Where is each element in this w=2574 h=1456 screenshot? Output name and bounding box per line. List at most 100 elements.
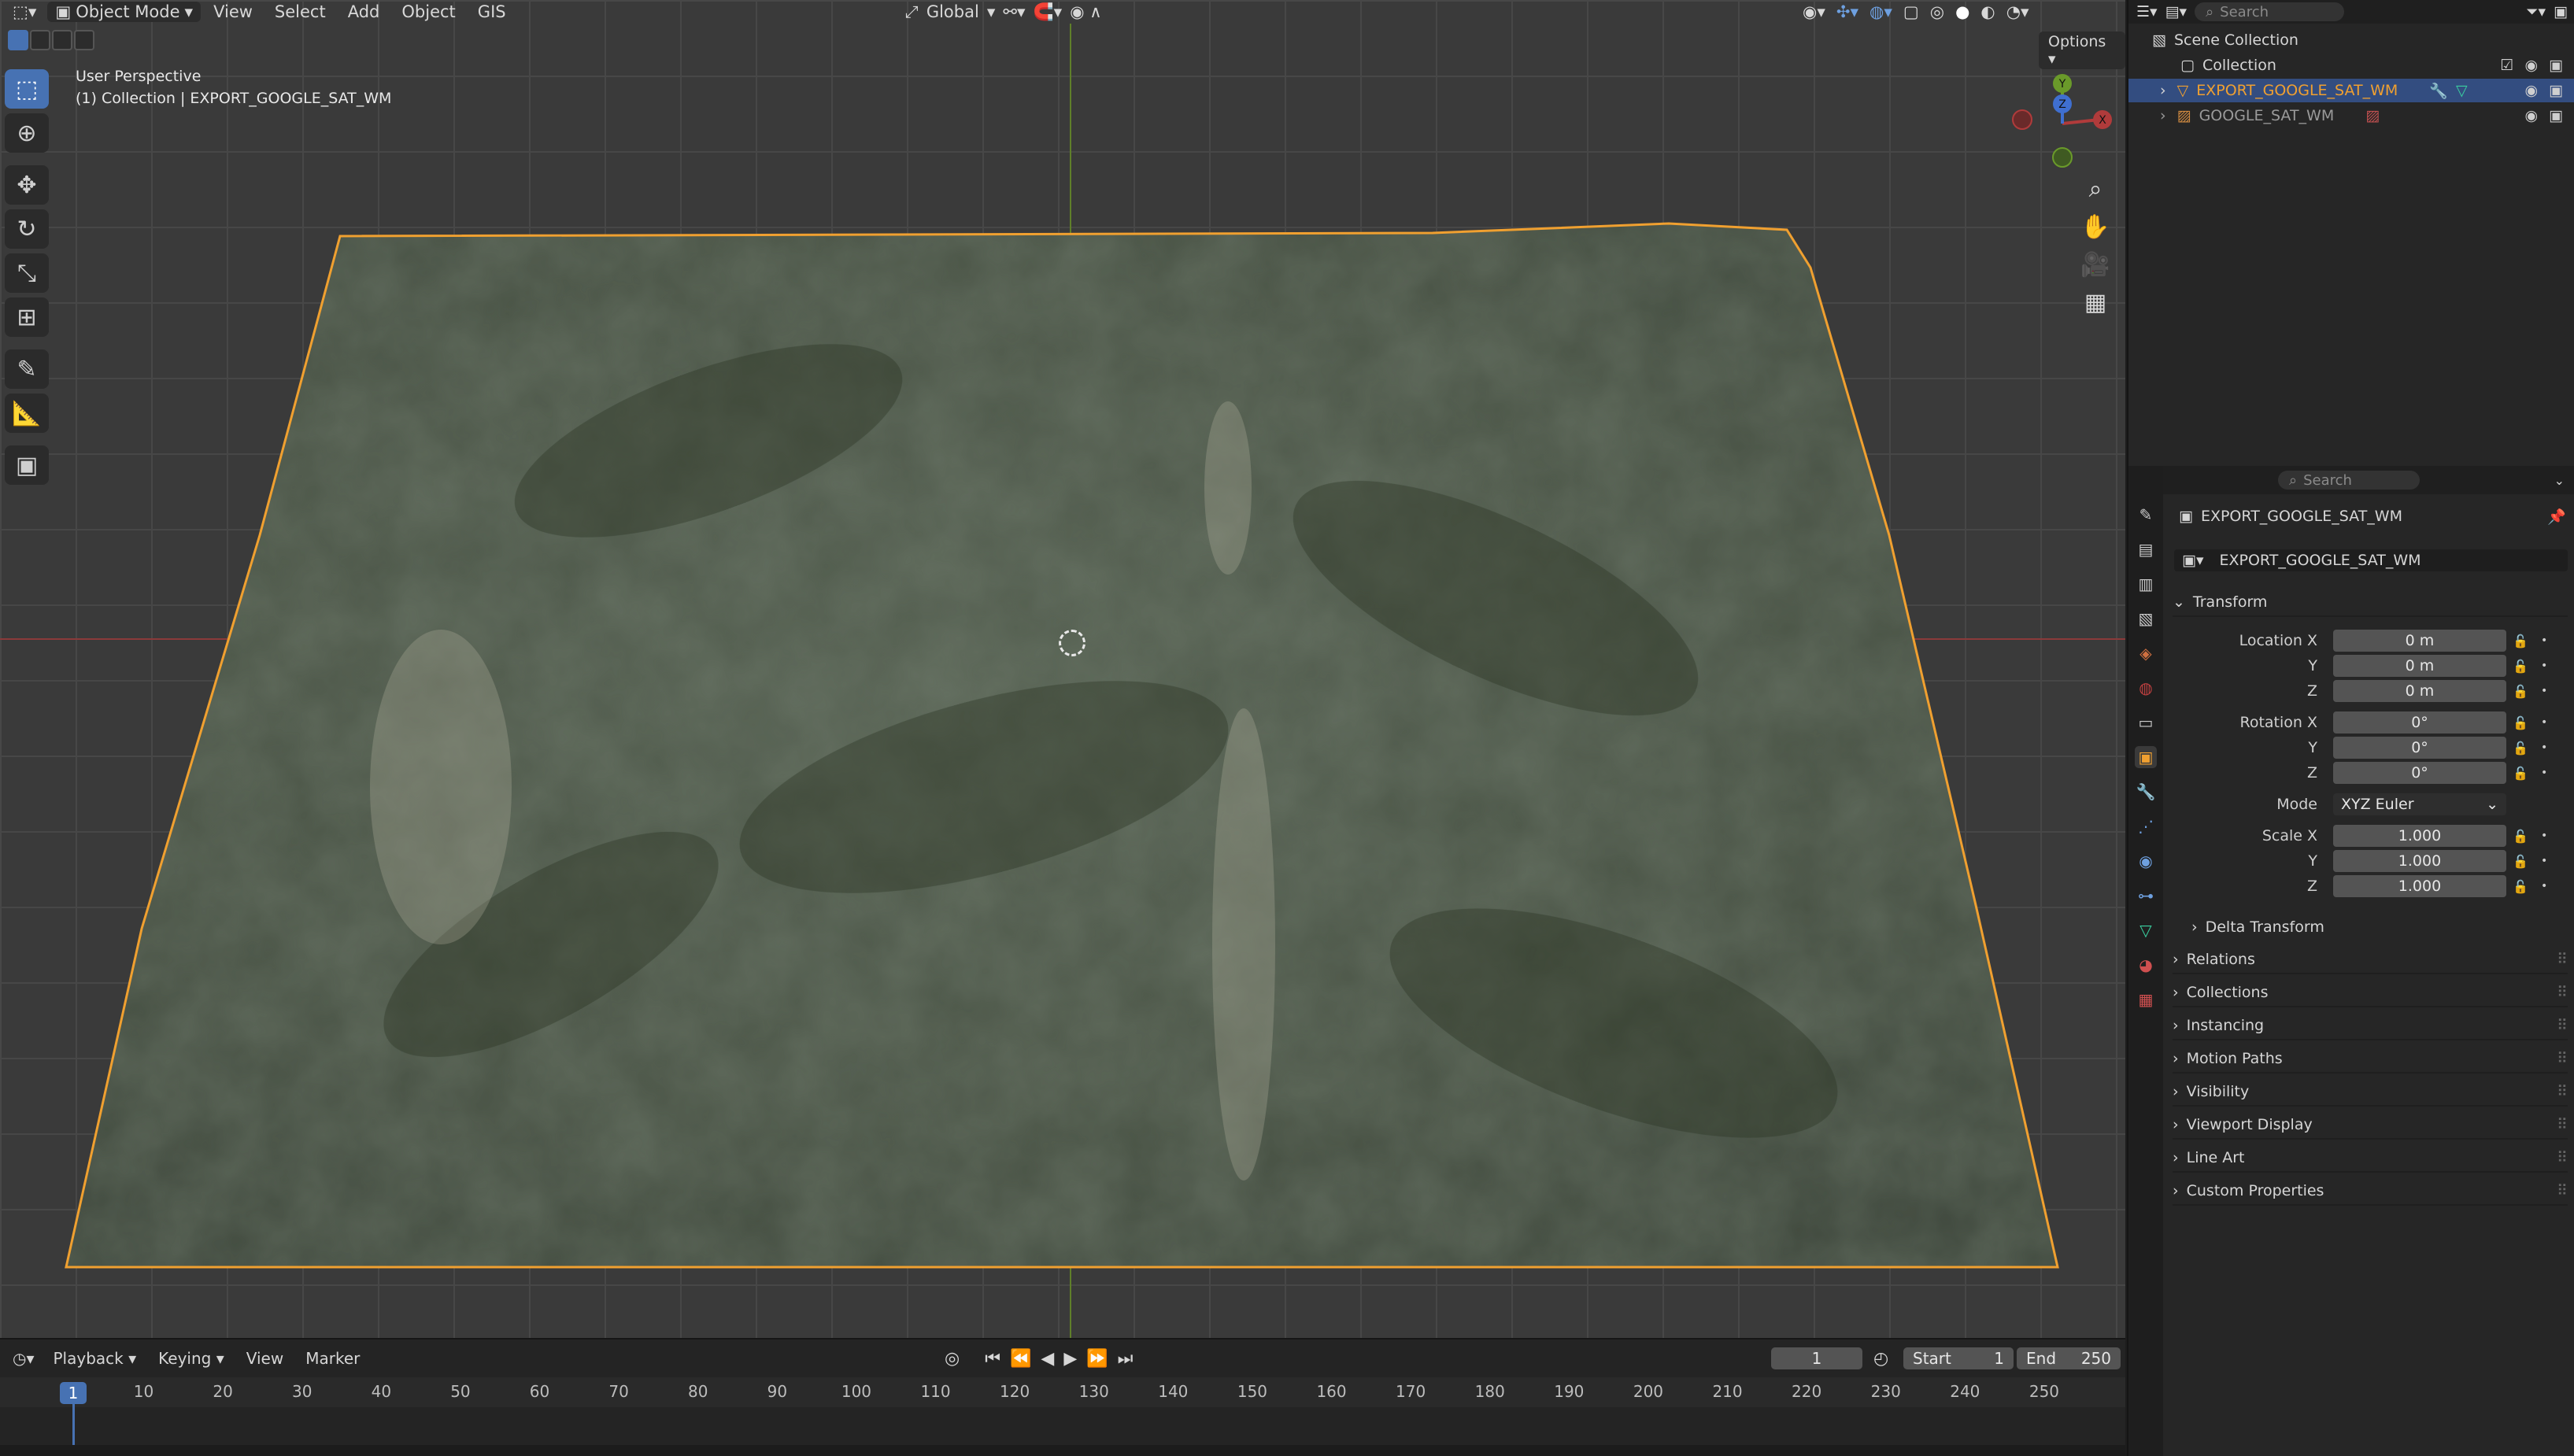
menu-gis[interactable]: GIS: [468, 2, 516, 21]
panel-line-art[interactable]: › Line Art ⠿: [2173, 1144, 2568, 1173]
chevron-right-icon[interactable]: ›: [2160, 107, 2166, 124]
properties-editor[interactable]: ▤▾ ⌕Search ⌄ ✎ ▤ ▥ ▧ ◈ ◍ ▭ ▣ 🔧 ⋰ ◉ ⊶ ▽ ◕…: [2128, 466, 2574, 1456]
outliner-item-export[interactable]: › ▽ EXPORT_GOOGLE_SAT_WM 🔧 ▽ ◉ ▣: [2128, 79, 2574, 102]
keyframe-dot-icon[interactable]: •: [2541, 634, 2547, 647]
outliner-item-google[interactable]: › ▨ GOOGLE_SAT_WM ▨ ◉ ▣: [2128, 104, 2574, 127]
rotation-y-field[interactable]: 0°: [2333, 737, 2506, 759]
display-mode-icon[interactable]: ▤▾: [2165, 3, 2188, 20]
texture-tab-icon[interactable]: ▦: [2135, 989, 2157, 1011]
jump-start-icon[interactable]: ⏮: [985, 1349, 1000, 1369]
transform-orientation-dropdown[interactable]: Global: [926, 2, 979, 21]
location-y-field[interactable]: 0 m: [2333, 655, 2506, 677]
scale-y-field[interactable]: 1.000: [2333, 850, 2506, 872]
scale-icon[interactable]: ⤡: [5, 253, 49, 293]
pan-hand-icon[interactable]: ✋: [2078, 209, 2113, 244]
mode-dropdown[interactable]: ▣ Object Mode ▾: [47, 2, 202, 22]
record-icon[interactable]: ◎: [945, 1349, 960, 1369]
transform-icon[interactable]: ⊞: [5, 297, 49, 337]
scene-tab-icon[interactable]: ◈: [2135, 642, 2157, 664]
rotation-mode-dropdown[interactable]: XYZ Euler ⌄: [2333, 793, 2506, 815]
object-name-field[interactable]: ▣▾ EXPORT_GOOGLE_SAT_WM: [2174, 549, 2568, 571]
start-frame-field[interactable]: Start 1: [1903, 1347, 2014, 1369]
play-icon[interactable]: ▶: [1063, 1349, 1077, 1369]
keyframe-dot-icon[interactable]: •: [2541, 830, 2547, 842]
modifier-tab-icon[interactable]: 🔧: [2135, 781, 2157, 803]
menu-view[interactable]: View: [204, 2, 262, 21]
material-shading-icon[interactable]: ◐: [1980, 2, 1995, 21]
editor-type-icon[interactable]: ☰▾: [2136, 3, 2158, 20]
keyframe-dot-icon[interactable]: •: [2541, 767, 2547, 779]
menu-keying[interactable]: Keying ▾: [147, 1349, 235, 1368]
select-subtract-icon[interactable]: [52, 30, 72, 50]
checkbox-icon[interactable]: ☑: [2500, 57, 2513, 74]
object-tab-icon[interactable]: ▣: [2135, 746, 2157, 768]
rotation-x-field[interactable]: 0°: [2333, 711, 2506, 734]
measure-icon[interactable]: 📐: [5, 394, 49, 433]
panel-collections[interactable]: › Collections ⠿: [2173, 979, 2568, 1007]
select-new-icon[interactable]: [8, 30, 28, 50]
editor-type-icon[interactable]: ⬚▾: [5, 2, 44, 22]
ortho-grid-icon[interactable]: ▦: [2078, 285, 2113, 320]
timeline-editor[interactable]: ◷▾ Playback ▾ Keying ▾ View Marker ◎ ⏮ ⏪…: [0, 1338, 2125, 1456]
lock-icon[interactable]: 🔓: [2513, 766, 2528, 781]
next-keyframe-icon[interactable]: ⏩: [1086, 1349, 1108, 1369]
output-tab-icon[interactable]: ▥: [2135, 573, 2157, 595]
panel-viewport-display[interactable]: › Viewport Display ⠿: [2173, 1111, 2568, 1140]
menu-view[interactable]: View: [235, 1349, 294, 1368]
particles-tab-icon[interactable]: ⋰: [2135, 815, 2157, 837]
keyframe-dot-icon[interactable]: •: [2541, 880, 2547, 892]
panel-relations[interactable]: › Relations ⠿: [2173, 946, 2568, 974]
drag-handle-icon[interactable]: ⠿: [2557, 1050, 2568, 1067]
menu-marker[interactable]: Marker: [294, 1349, 371, 1368]
camera-icon[interactable]: ▣: [2549, 82, 2563, 99]
eye-icon[interactable]: ◉: [2524, 107, 2538, 124]
delta-transform-header[interactable]: › Delta Transform: [2191, 913, 2568, 941]
scale-x-field[interactable]: 1.000: [2333, 825, 2506, 847]
camera-icon[interactable]: ▣: [2549, 107, 2563, 124]
keyframe-dot-icon[interactable]: •: [2541, 660, 2547, 672]
pivot-icon[interactable]: ⚯▾: [1003, 2, 1025, 21]
select-extend-icon[interactable]: [30, 30, 50, 50]
panel-motion-paths[interactable]: › Motion Paths ⠿: [2173, 1045, 2568, 1074]
keyframe-dot-icon[interactable]: •: [2541, 716, 2547, 729]
camera-icon[interactable]: ▣: [2549, 57, 2563, 74]
panel-custom-properties[interactable]: › Custom Properties ⠿: [2173, 1177, 2568, 1206]
solid-shading-icon[interactable]: ●: [1955, 2, 1969, 21]
current-frame-indicator[interactable]: 1: [60, 1382, 87, 1404]
terrain-mesh[interactable]: [0, 0, 2125, 1338]
prev-keyframe-icon[interactable]: ⏪: [1010, 1349, 1031, 1369]
lock-icon[interactable]: 🔓: [2513, 741, 2528, 756]
jump-end-icon[interactable]: ⏭: [1118, 1349, 1134, 1369]
menu-select[interactable]: Select: [265, 2, 335, 21]
eye-icon[interactable]: ◉: [2524, 82, 2538, 99]
outliner[interactable]: ☰▾ ▤▾ ⌕ Search ⏷▾ ▣ ▧ Scene Collection ▢ …: [2128, 0, 2574, 464]
3d-cursor[interactable]: [1059, 630, 1085, 656]
panel-instancing[interactable]: › Instancing ⠿: [2173, 1012, 2568, 1040]
menu-add[interactable]: Add: [338, 2, 390, 21]
navigation-gizmo[interactable]: Y Z X: [2003, 72, 2114, 175]
lock-icon[interactable]: 🔓: [2513, 879, 2528, 894]
data-tab-icon[interactable]: ▽: [2135, 919, 2157, 941]
wireframe-shading-icon[interactable]: ◎: [1930, 2, 1944, 21]
world-tab-icon[interactable]: ◍: [2135, 677, 2157, 699]
transform-panel-header[interactable]: ⌄ Transform: [2173, 589, 2568, 617]
keyframe-dot-icon[interactable]: •: [2541, 855, 2547, 867]
new-collection-icon[interactable]: ▣: [2554, 3, 2568, 20]
rotation-z-field[interactable]: 0°: [2333, 762, 2506, 784]
render-tab-icon[interactable]: ▤: [2135, 538, 2157, 560]
3d-viewport[interactable]: ⬚▾ ▣ Object Mode ▾ View Select Add Object…: [0, 0, 2125, 1338]
outliner-search-input[interactable]: ⌕ Search: [2195, 2, 2345, 21]
drag-handle-icon[interactable]: ⠿: [2557, 1116, 2568, 1133]
location-x-field[interactable]: 0 m: [2333, 630, 2506, 652]
xray-icon[interactable]: ▢: [1903, 2, 1919, 21]
location-z-field[interactable]: 0 m: [2333, 680, 2506, 702]
clock-icon[interactable]: ◷▾: [5, 1348, 43, 1369]
add-cube-icon[interactable]: ▣: [5, 445, 49, 485]
view-layer-tab-icon[interactable]: ▧: [2135, 608, 2157, 630]
select-box-icon[interactable]: ⬚: [5, 69, 49, 109]
timeline-scrollbar[interactable]: [0, 1445, 2125, 1456]
lock-icon[interactable]: 🔓: [2513, 715, 2528, 730]
play-reverse-icon[interactable]: ◀: [1041, 1349, 1054, 1369]
keyframe-dot-icon[interactable]: •: [2541, 685, 2547, 697]
gizmo-toggle-icon[interactable]: ✣▾: [1836, 2, 1858, 21]
